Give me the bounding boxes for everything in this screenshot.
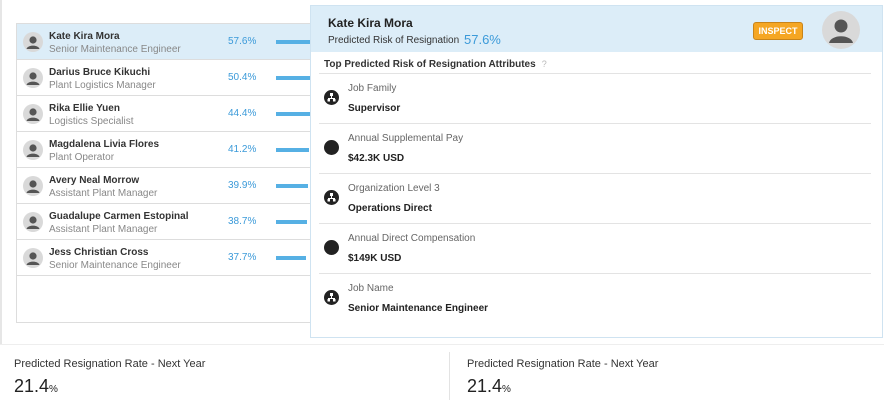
divider (319, 223, 871, 224)
left-edge (0, 0, 2, 345)
attribute-label: Job Family (348, 83, 397, 94)
detail-risk-label: Predicted Risk of Resignation (328, 35, 460, 46)
metric-unit: % (502, 384, 511, 395)
attribute-item: Annual Direct Compensation $149K USD (311, 223, 871, 273)
metric-number: 21.4 (467, 376, 503, 396)
attribute-value: Senior Maintenance Engineer (348, 303, 489, 314)
attribute-label: Annual Direct Compensation (348, 233, 476, 244)
employee-row[interactable]: Magdalena Livia Flores Plant Operator 41… (17, 132, 311, 168)
risk-bar (276, 112, 312, 116)
metric-value: 21.4% (467, 376, 511, 397)
org-chart-icon (324, 290, 339, 305)
employee-name: Jess Christian Cross (49, 247, 149, 258)
employee-title: Senior Maintenance Engineer (49, 44, 181, 55)
employee-title: Logistics Specialist (49, 116, 134, 127)
employee-row[interactable]: Rika Ellie Yuen Logistics Specialist 44.… (17, 96, 312, 132)
employee-list: Kate Kira Mora Senior Maintenance Engine… (16, 23, 322, 323)
inspect-button[interactable]: INSPECT (753, 22, 803, 40)
detail-employee-name: Kate Kira Mora (328, 16, 413, 30)
attribute-value: Operations Direct (348, 203, 432, 214)
avatar (23, 248, 43, 268)
avatar (23, 68, 43, 88)
attribute-value: $42.3K USD (348, 153, 405, 164)
employee-risk: 50.4% (228, 72, 257, 83)
avatar (822, 11, 860, 49)
attribute-value: Supervisor (348, 103, 401, 114)
employee-title: Assistant Plant Manager (49, 188, 158, 199)
help-icon[interactable]: ? (542, 59, 547, 69)
metric-number: 21.4 (14, 376, 50, 396)
employee-title: Assistant Plant Manager (49, 224, 158, 235)
org-chart-icon (324, 90, 339, 105)
attribute-item: Organization Level 3 Operations Direct (311, 173, 871, 223)
attribute-item: Job Family Supervisor (311, 73, 871, 123)
avatar (23, 176, 43, 196)
avatar (23, 32, 43, 52)
divider (319, 123, 871, 124)
metric-unit: % (49, 384, 58, 395)
attribute-item: Annual Supplemental Pay $42.3K USD (311, 123, 871, 173)
employee-name: Avery Neal Morrow (49, 175, 140, 186)
employee-name: Rika Ellie Yuen (49, 103, 120, 114)
employee-row[interactable]: Guadalupe Carmen Estopinal Assistant Pla… (17, 204, 311, 240)
employee-risk: 38.7% (228, 216, 257, 227)
employee-name: Magdalena Livia Flores (49, 139, 160, 150)
employee-row[interactable]: Kate Kira Mora Senior Maintenance Engine… (17, 24, 322, 60)
risk-bar (276, 184, 308, 188)
employee-row[interactable]: Jess Christian Cross Senior Maintenance … (17, 240, 311, 276)
attribute-label: Annual Supplemental Pay (348, 133, 464, 144)
avatar (23, 140, 43, 160)
dot-icon (324, 240, 339, 255)
attribute-value: $149K USD (348, 253, 402, 264)
attribute-item: Job Name Senior Maintenance Engineer (311, 273, 871, 323)
employee-title: Plant Operator (49, 152, 115, 163)
dot-icon (324, 140, 339, 155)
metric-label: Predicted Resignation Rate - Next Year (467, 358, 659, 370)
divider (319, 273, 871, 274)
employee-row[interactable]: Avery Neal Morrow Assistant Plant Manage… (17, 168, 311, 204)
attribute-label: Organization Level 3 (348, 183, 440, 194)
divider (0, 344, 884, 345)
attributes-heading-text: Top Predicted Risk of Resignation Attrib… (324, 59, 536, 70)
employee-title: Plant Logistics Manager (49, 80, 156, 91)
metric-label: Predicted Resignation Rate - Next Year (14, 358, 206, 370)
employee-risk: 57.6% (228, 36, 257, 47)
employee-row[interactable]: Darius Bruce Kikuchi Plant Logistics Man… (17, 60, 316, 96)
org-chart-icon (324, 190, 339, 205)
employee-title: Senior Maintenance Engineer (49, 260, 181, 271)
employee-detail-panel: Kate Kira Mora Predicted Risk of Resigna… (310, 5, 883, 338)
employee-name: Guadalupe Carmen Estopinal (49, 211, 189, 222)
employee-risk: 44.4% (228, 108, 257, 119)
employee-risk: 41.2% (228, 144, 257, 155)
risk-bar (276, 148, 309, 152)
detail-risk-value: 57.6% (464, 32, 501, 47)
risk-bar (276, 256, 306, 260)
employee-name: Darius Bruce Kikuchi (49, 67, 151, 78)
detail-header: Kate Kira Mora Predicted Risk of Resigna… (311, 6, 882, 52)
metric-value: 21.4% (14, 376, 58, 397)
divider (319, 73, 871, 74)
employee-risk: 37.7% (228, 252, 257, 263)
employee-name: Kate Kira Mora (49, 31, 120, 42)
divider (319, 173, 871, 174)
avatar (23, 212, 43, 232)
risk-bar (276, 220, 307, 224)
divider (449, 352, 450, 400)
attributes-heading: Top Predicted Risk of Resignation Attrib… (324, 59, 547, 70)
attribute-label: Job Name (348, 283, 394, 294)
avatar (23, 104, 43, 124)
employee-risk: 39.9% (228, 180, 257, 191)
